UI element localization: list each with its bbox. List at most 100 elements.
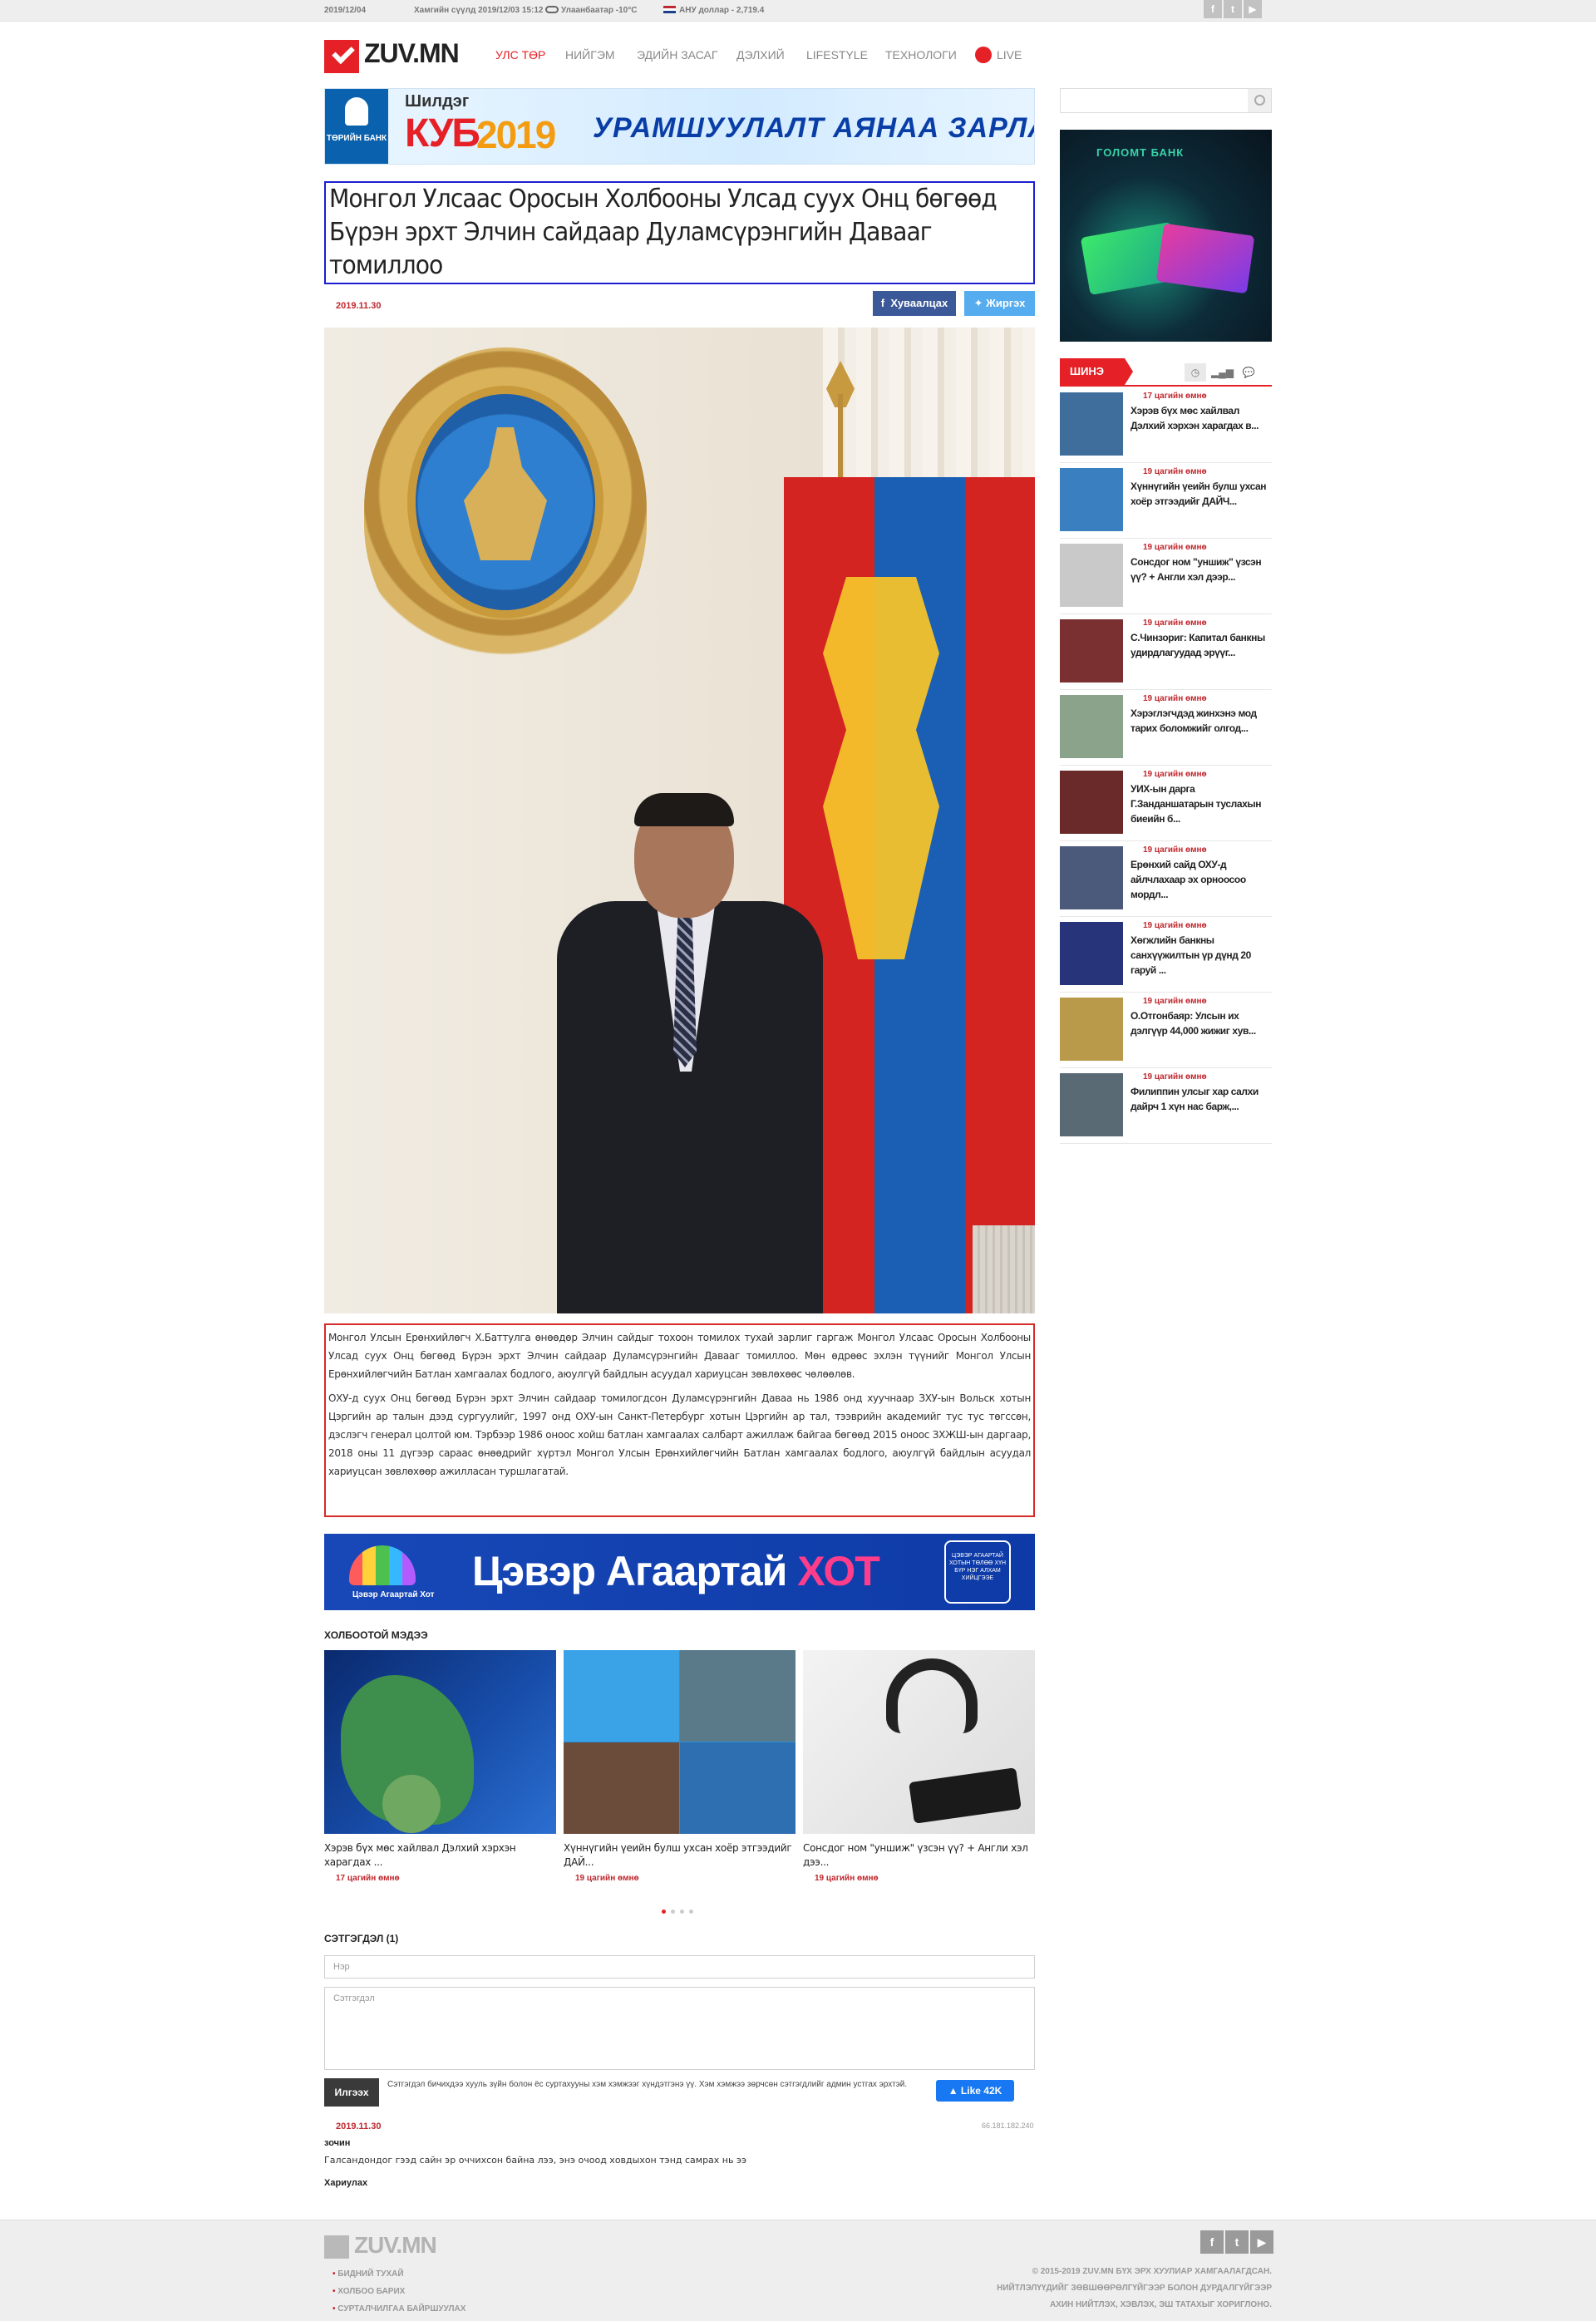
sidebar-news-item[interactable]: 19 цагийн өмнө УИХ-ын дарга Г.Занданшатар…: [1060, 765, 1272, 841]
sidebar-news-title[interactable]: Хөгжлийн банкны санхүүжилтын үр дүнд 20 …: [1130, 933, 1272, 978]
copyright: © 2015-2019 ZUV.MN БҮХ ЭРХ ХУУЛИАР ХАМГА…: [914, 2264, 1272, 2314]
related-news-image[interactable]: [803, 1650, 1035, 1834]
sidebar-news-title[interactable]: О.Отгонбаяр: Улсын их дэлгүүр 44,000 жиж…: [1130, 1008, 1272, 1038]
sidebar-news-thumbnail[interactable]: [1060, 846, 1123, 909]
tab-latest[interactable]: ШИНЭ: [1060, 358, 1133, 385]
sidebar-news-title[interactable]: Филиппин улсыг хар салхи дайрч 1 хүн нас…: [1130, 1084, 1272, 1114]
sidebar-news-title[interactable]: Сонсдог ном "уншиж" үзсэн үү? + Англи хэ…: [1130, 554, 1272, 584]
footer-link-advertise[interactable]: СУРТАЛЧИЛГАА БАЙРШУУЛАХ: [332, 2300, 466, 2318]
sidebar-news-item[interactable]: 19 цагийн өмнө Хэрэглэгчдэд жинхэнэ мод т…: [1060, 689, 1272, 766]
nav-world[interactable]: ДЭЛХИЙ: [736, 48, 785, 62]
footer-logo-text: ZUV.MN: [354, 2232, 437, 2258]
sidebar-news-item[interactable]: 19 цагийн өмнө Хөгжлийн банкны санхүүжилт…: [1060, 916, 1272, 993]
sidebar-news-time: 19 цагийн өмнө: [1143, 467, 1207, 476]
sidebar-news-item[interactable]: 19 цагийн өмнө Сонсдог ном "уншиж" үзсэн …: [1060, 538, 1272, 614]
article-title-box: Монгол Улсаас Оросын Холбооны Улсад суух…: [324, 181, 1035, 284]
sidebar-news-item[interactable]: 19 цагийн өмнө Филиппин улсыг хар салхи д…: [1060, 1067, 1272, 1144]
sidebar-news-thumbnail[interactable]: [1060, 998, 1123, 1061]
current-date: 2019/12/04: [324, 6, 367, 15]
city-logo-icon: [349, 1545, 416, 1585]
logo-text: ZUV.MN: [364, 38, 460, 68]
sidebar-search[interactable]: [1060, 88, 1272, 113]
sidebar-news-thumbnail[interactable]: [1060, 468, 1123, 531]
youtube-icon[interactable]: ▶: [1250, 2230, 1273, 2254]
flag-pole: [838, 394, 843, 485]
related-news-card[interactable]: Сонсдог ном "уншиж" үзсэн үү? + Англи хэ…: [803, 1650, 1035, 1883]
footer-link-about[interactable]: БИДНИЙ ТУХАЙ: [332, 2265, 466, 2283]
comment-text-input[interactable]: Сэтгэгдэл: [324, 1987, 1035, 2070]
cube-line3: 2019: [476, 113, 556, 156]
search-icon[interactable]: [1248, 89, 1271, 112]
sidebar-news-title[interactable]: Ерөнхий сайд ОХУ-д айлчлахаар эх орноосо…: [1130, 857, 1272, 902]
sidebar-news-item[interactable]: 17 цагийн өмнө Хэрэв бүх мөс хайлвал Дэлх…: [1060, 387, 1272, 463]
sidebar-news-time: 19 цагийн өмнө: [1143, 770, 1207, 779]
comments-icon[interactable]: 💬: [1238, 363, 1259, 382]
footer-links: БИДНИЙ ТУХАЙ ХОЛБОО БАРИХ СУРТАЛЧИЛГАА Б…: [332, 2265, 466, 2318]
carousel-dot[interactable]: [689, 1910, 693, 1914]
sidebar-bank-ad[interactable]: ГОЛОМТ БАНК: [1060, 130, 1272, 342]
nav-politics[interactable]: УЛС ТӨР: [495, 48, 545, 62]
sidebar-news-thumbnail[interactable]: [1060, 619, 1123, 683]
sidebar-news-item[interactable]: 19 цагийн өмнө О.Отгонбаяр: Улсын их дэлг…: [1060, 992, 1272, 1068]
comment-name-input[interactable]: Нэр: [324, 1955, 1035, 1979]
top-banner-ad[interactable]: ТӨРИЙН БАНК Шилдэг КУБ 2019 УРАМШУУЛАЛТ …: [324, 88, 1035, 165]
cube-logo: Шилдэг КУБ 2019: [405, 92, 571, 160]
footer: ZUV.MN БИДНИЙ ТУХАЙ ХОЛБОО БАРИХ СУРТАЛЧ…: [0, 2220, 1596, 2321]
carousel-dot[interactable]: [671, 1910, 675, 1914]
nav-economy[interactable]: ЭДИЙН ЗАСАГ: [637, 48, 717, 62]
facebook-icon: f: [880, 297, 891, 309]
sidebar-news-thumbnail[interactable]: [1060, 922, 1123, 985]
related-news-title[interactable]: Хэрэв бүх мөс хайлвал Дэлхий хэрхэн хара…: [324, 1841, 556, 1870]
sidebar-news-title[interactable]: Хэрэглэгчдэд жинхэнэ мод тарих боломжийг…: [1130, 706, 1272, 736]
sidebar-news-thumbnail[interactable]: [1060, 695, 1123, 758]
comment-rules-note: Сэтгэгдэл бичихдээ хууль зүйн болон ёс с…: [387, 2080, 908, 2089]
sidebar-news-item[interactable]: 19 цагийн өмнө Хүннүгийн үеийн булш ухсан…: [1060, 462, 1272, 539]
youtube-icon[interactable]: ▶: [1244, 0, 1262, 18]
bank-card-image: [1155, 223, 1255, 294]
comment-send-button[interactable]: Илгээх: [324, 2078, 379, 2107]
article-body: Монгол Улсын Ерөнхийлөгч Х.Баттулга өнөө…: [324, 1323, 1035, 1517]
sidebar-news-thumbnail[interactable]: [1060, 544, 1123, 607]
nav-lifestyle[interactable]: LIFESTYLE: [806, 48, 868, 62]
sidebar-news-title[interactable]: УИХ-ын дарга Г.Занданшатарын туслахын би…: [1130, 781, 1272, 826]
sidebar-news-time: 19 цагийн өмнө: [1143, 618, 1207, 628]
carousel-dot[interactable]: [662, 1910, 666, 1914]
popular-bars-icon[interactable]: ▂▄▆: [1211, 363, 1234, 382]
sidebar-news-thumbnail[interactable]: [1060, 1073, 1123, 1136]
footer-link-contact[interactable]: ХОЛБОО БАРИХ: [332, 2283, 466, 2300]
last-update: Хамгийн сүүлд 2019/12/03 15:12: [414, 6, 544, 15]
facebook-icon[interactable]: f: [1204, 0, 1222, 18]
facebook-icon[interactable]: f: [1200, 2230, 1224, 2254]
twitter-icon[interactable]: t: [1224, 0, 1242, 18]
sidebar-news-thumbnail[interactable]: [1060, 392, 1123, 456]
nav-society[interactable]: НИЙГЭМ: [565, 48, 615, 62]
nav-live[interactable]: LIVE: [975, 47, 1022, 63]
clean-air-banner-ad[interactable]: Цэвэр Агаартай Хот Цэвэр Агаартай ХОТ ЦЭ…: [324, 1534, 1035, 1610]
twitter-icon[interactable]: t: [1225, 2230, 1249, 2254]
nav-technology[interactable]: ТЕХНОЛОГИ: [885, 48, 957, 62]
sidebar-news-title[interactable]: Хэрэв бүх мөс хайлвал Дэлхий хэрхэн хара…: [1130, 403, 1272, 433]
banner-headline-hot: ХОТ: [797, 1548, 879, 1594]
carousel-dot[interactable]: [680, 1910, 684, 1914]
related-news-title[interactable]: Сонсдог ном "уншиж" үзсэн үү? + Англи хэ…: [803, 1841, 1035, 1870]
facebook-share-button[interactable]: f Хуваалцах: [873, 291, 956, 316]
comment-reply-link[interactable]: Хариулах: [324, 2178, 367, 2188]
related-news-card[interactable]: Хүннүгийн үеийн булш ухсан хоёр этгээдий…: [564, 1650, 796, 1883]
related-news-image[interactable]: [564, 1650, 796, 1834]
sidebar-news-item[interactable]: 19 цагийн өмнө Ерөнхий сайд ОХУ-д айлчлах…: [1060, 840, 1272, 917]
related-news-card[interactable]: Хэрэв бүх мөс хайлвал Дэлхий хэрхэн хара…: [324, 1650, 556, 1883]
sidebar-news-item[interactable]: 19 цагийн өмнө С.Чинзориг: Капитал банкны…: [1060, 614, 1272, 690]
comment-ip: 66.181.182.240: [982, 2121, 1034, 2130]
clock-icon[interactable]: ◷: [1185, 363, 1206, 382]
related-news-title[interactable]: Хүннүгийн үеийн булш ухсан хоёр этгээдий…: [564, 1841, 796, 1870]
related-news-image[interactable]: [324, 1650, 556, 1834]
currency-text: АНУ доллар - 2,719.4: [679, 6, 765, 15]
sidebar-news-time: 19 цагийн өмнө: [1143, 543, 1207, 552]
sidebar-news-title[interactable]: С.Чинзориг: Капитал банкны удирдлагуудад…: [1130, 630, 1272, 660]
map-landmass: [382, 1775, 441, 1833]
twitter-share-button[interactable]: ✦ Жиргэх: [964, 291, 1035, 316]
sidebar-news-thumbnail[interactable]: [1060, 771, 1123, 834]
facebook-like-button[interactable]: ▲ Like 42K: [936, 2080, 1014, 2102]
sidebar-news-title[interactable]: Хүннүгийн үеийн булш ухсан хоёр этгээдий…: [1130, 479, 1272, 509]
nav-live-label: LIVE: [997, 48, 1022, 62]
